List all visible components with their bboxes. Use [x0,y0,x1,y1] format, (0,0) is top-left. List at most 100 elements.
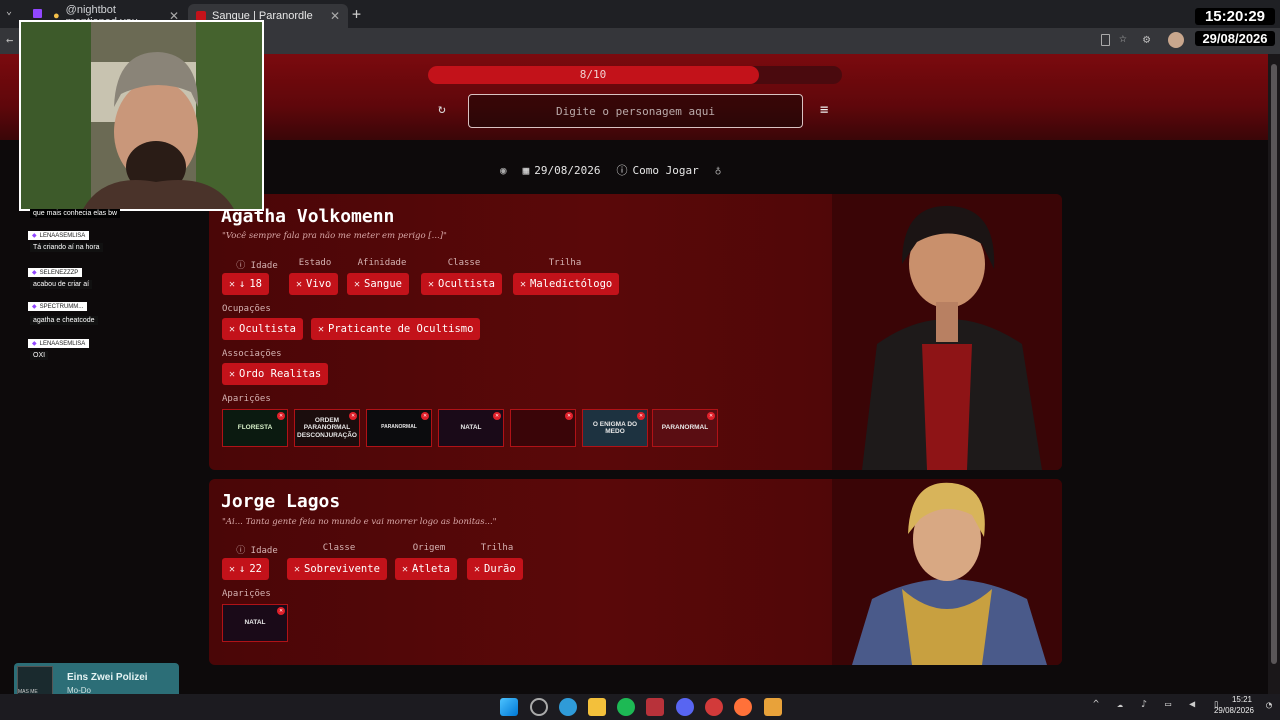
chat-message: OXI [30,351,49,360]
profile-avatar[interactable] [1168,32,1184,48]
chip-ocupacao: ✕ Praticante de Ocultismo [311,318,481,340]
chat-message: Tá criando aí na hora [30,243,103,252]
new-tab-button[interactable]: + [352,5,361,23]
chip-trilha: ✕ Maledictólogo [513,273,620,295]
appearance-thumbnail[interactable]: O ENIGMA DO MEDO ✕ [582,409,648,447]
wrong-x-icon: ✕ [229,323,236,335]
remove-x-icon: ✕ [637,412,645,420]
character-quote: "Você sempre fala pra não me meter em pe… [222,231,447,241]
toolbar: ◉ ▦ 29/08/2026 ⓘ Como Jogar ♁ [500,160,721,180]
appearance-thumbnail[interactable]: PARANORMAL ✕ [652,409,718,447]
character-search-input[interactable] [468,94,803,128]
character-name: Jorge Lagos [221,491,341,512]
close-tab-icon[interactable]: ✕ [330,9,340,23]
firefox-icon[interactable] [734,698,752,716]
menu-icon[interactable]: ≡ [820,102,828,118]
field-label-classe: Classe [447,258,481,268]
webcam-overlay [19,20,264,211]
spotify-icon[interactable] [617,698,635,716]
date-button[interactable]: ▦ 29/08/2026 [523,164,601,177]
wrong-x-icon: ✕ [294,563,301,575]
track-title: Eins Zwei Polizei [67,672,148,683]
info-icon: ⓘ [236,261,251,271]
field-label-estado: Estado [298,258,332,268]
notification-bell-icon[interactable]: ◔ [1266,700,1272,711]
section-label-aparicoes: Aparições [222,394,271,404]
chat-username: ◆ SELENEZZZP [28,268,83,277]
field-label-trilha: Trilha [548,258,582,268]
wrong-x-icon: ✕ [402,563,409,575]
appearance-thumbnail[interactable]: FLORESTA ✕ [222,409,288,447]
wrong-x-icon: ✕ [229,563,236,575]
twitch-icon: ◆ [32,304,37,310]
chip-associacao: ✕ Ordo Realitas [222,363,329,385]
twitch-icon: ◆ [32,270,37,276]
section-label-aparicoes: Aparições [222,589,271,599]
remove-x-icon: ✕ [565,412,573,420]
appearance-thumbnail[interactable]: NATAL ✕ [222,604,288,642]
appearance-thumbnail[interactable]: ✕ [510,409,576,447]
chip-ocupacao: ✕ Ocultista [222,318,303,340]
edge-browser-icon[interactable] [559,698,577,716]
reader-mode-icon[interactable] [1101,34,1110,46]
progress-label: 8/10 [579,68,607,81]
info-icon: ⓘ [236,546,251,556]
chip-idade: ✕ ↓ 22 [222,558,270,580]
streamer-webcam-image [21,22,262,209]
calendar-icon: ▦ [522,163,530,177]
chat-message: que mais conhecia elas bw [30,209,121,218]
app-icon[interactable] [646,698,664,716]
chat-username: ◆ LENAASEMLISA [28,339,90,348]
field-label-idade: ⓘ Idade [236,261,278,271]
wrong-x-icon: ✕ [229,368,236,380]
appearance-thumbnail[interactable]: PARANORMAL ✕ [366,409,432,447]
progress-bar: 8/10 [428,66,842,84]
chip-afinidade: ✕ Sangue [347,273,409,295]
star-icon[interactable]: ☆ [1119,31,1127,46]
tab-list-chevron-icon[interactable]: ⌄ [6,6,12,17]
file-explorer-icon[interactable] [588,698,606,716]
field-label-classe: Classe [322,543,356,553]
discord-icon[interactable] [676,698,694,716]
remove-x-icon: ✕ [277,412,285,420]
widgets-icon[interactable] [530,698,548,716]
chip-estado: ✕ Vivo [289,273,339,295]
remove-x-icon: ✕ [421,412,429,420]
windows-taskbar [0,694,1280,720]
chip-classe: ✕ Sobrevivente [287,558,387,580]
chat-message: acabou de criar aí [30,280,93,289]
remove-x-icon: ✕ [277,607,285,615]
section-label-associacoes: Associações [222,349,282,359]
eye-icon[interactable]: ◉ [500,164,507,177]
windows-start-icon[interactable] [500,698,518,716]
character-quote: "Ai... Tanta gente feia no mundo e vai m… [222,517,497,527]
field-label-trilha: Trilha [480,543,514,553]
chat-username: ◆ SPECTRUMM... [28,302,88,311]
wrong-x-icon: ✕ [318,323,325,335]
page-scrollbar[interactable] [1268,54,1280,694]
guess-card-jorge: Jorge Lagos "Ai... Tanta gente feia no m… [209,479,1062,665]
extensions-icon[interactable]: ⚙ [1143,32,1150,46]
wrong-x-icon: ✕ [428,278,435,290]
scrollbar-thumb[interactable] [1271,64,1277,664]
how-to-play-button[interactable]: ⓘ Como Jogar [616,162,698,178]
back-arrow-icon[interactable]: ← [6,33,13,47]
field-label-afinidade: Afinidade [357,258,407,268]
appearance-thumbnail[interactable]: ORDEM PARANORMAL DESCONJURAÇÃO ✕ [294,409,360,447]
lightbulb-icon[interactable]: ♁ [715,164,722,177]
chip-origem: ✕ Atleta [395,558,457,580]
guess-card-agatha: Agatha Volkomenn "Você sempre fala pra n… [209,194,1062,470]
twitch-tab-icon [33,9,42,18]
remove-x-icon: ✕ [349,412,357,420]
appearance-thumbnail[interactable]: NATAL ✕ [438,409,504,447]
stream-clock-overlay: 15:20:29 29/08/2026 [1195,6,1275,52]
wrong-x-icon: ✕ [354,278,361,290]
chip-idade: ✕ ↓ 18 [222,273,270,295]
clock-date: 29/08/2026 [1195,31,1275,46]
app-icon[interactable] [764,698,782,716]
refresh-icon[interactable]: ↻ [438,102,446,117]
app-icon[interactable] [705,698,723,716]
field-label-idade: ⓘ Idade [236,546,278,556]
wrong-x-icon: ✕ [520,278,527,290]
clock-time: 15:20:29 [1195,8,1275,25]
